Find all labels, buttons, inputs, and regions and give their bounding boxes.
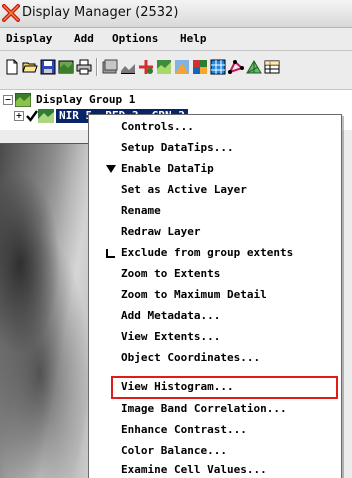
x-tnt-icon — [2, 4, 20, 22]
window-title: Display Manager (2532) — [22, 5, 179, 20]
layer-controls-icon[interactable] — [58, 59, 74, 75]
add-layer-icon[interactable] — [138, 59, 154, 75]
open-folder-icon[interactable] — [22, 59, 38, 75]
group-icon[interactable] — [102, 59, 118, 75]
ctx-image-band-correlation[interactable]: Image Band Correlation... — [89, 399, 341, 419]
menu-add[interactable]: Add — [74, 32, 94, 45]
ctx-view-extents[interactable]: View Extents... — [89, 327, 341, 347]
display-manager-window: Display Manager (2532) Display Add Optio… — [0, 0, 352, 478]
unchecked-box-icon — [106, 243, 120, 266]
ctx-enable-datatip[interactable]: Enable DataTip — [89, 159, 341, 179]
ctx-zoom-max-detail[interactable]: Zoom to Maximum Detail — [89, 285, 341, 305]
ctx-add-metadata[interactable]: Add Metadata... — [89, 306, 341, 326]
ctx-exclude-group-extents[interactable]: Exclude from group extents — [89, 243, 341, 263]
menu-bar: Display Add Options Help — [0, 28, 352, 51]
raster-composite-icon[interactable] — [192, 59, 208, 75]
vector-layer-icon[interactable] — [228, 59, 244, 75]
collapse-group-toggle[interactable]: − — [3, 95, 13, 105]
ctx-examine-cell-values[interactable]: Examine Cell Values... — [89, 460, 341, 478]
ctx-object-coordinates[interactable]: Object Coordinates... — [89, 348, 341, 368]
ctx-setup-datatips[interactable]: Setup DataTips... — [89, 138, 341, 158]
title-bar[interactable]: Display Manager (2532) — [0, 0, 352, 28]
group-label[interactable]: Display Group 1 — [36, 93, 135, 106]
table-icon[interactable] — [264, 59, 280, 75]
ctx-color-balance[interactable]: Color Balance... — [89, 441, 341, 461]
toolbar-separator — [96, 58, 98, 76]
open-3d-icon[interactable] — [174, 59, 190, 75]
check-mark-icon — [106, 159, 120, 182]
ctx-enhance-contrast[interactable]: Enhance Contrast... — [89, 420, 341, 440]
tin-icon[interactable] — [246, 59, 262, 75]
ctx-rename[interactable]: Rename — [89, 201, 341, 221]
print-icon[interactable] — [76, 59, 92, 75]
expand-layer-toggle[interactable]: + — [14, 111, 24, 121]
layout-icon[interactable] — [120, 59, 136, 75]
display-group-icon — [14, 92, 32, 108]
menu-help[interactable]: Help — [180, 32, 207, 45]
tile-set-icon[interactable] — [210, 59, 226, 75]
menu-options[interactable]: Options — [112, 32, 158, 45]
menu-display[interactable]: Display — [6, 32, 52, 45]
raster-layer-icon — [38, 109, 54, 123]
add-raster-icon[interactable] — [156, 59, 172, 75]
layer-visibility-checkbox[interactable] — [26, 110, 38, 122]
new-icon[interactable] — [4, 59, 20, 75]
toolbar — [0, 51, 352, 90]
ctx-zoom-to-extents[interactable]: Zoom to Extents — [89, 264, 341, 284]
ctx-redraw-layer[interactable]: Redraw Layer — [89, 222, 341, 242]
ctx-controls[interactable]: Controls... — [89, 117, 341, 137]
layer-context-menu: Controls... Setup DataTips... Enable Dat… — [88, 114, 342, 478]
save-icon[interactable] — [40, 59, 56, 75]
view-histogram-highlight-box — [111, 376, 338, 399]
ctx-set-active-layer[interactable]: Set as Active Layer — [89, 180, 341, 200]
